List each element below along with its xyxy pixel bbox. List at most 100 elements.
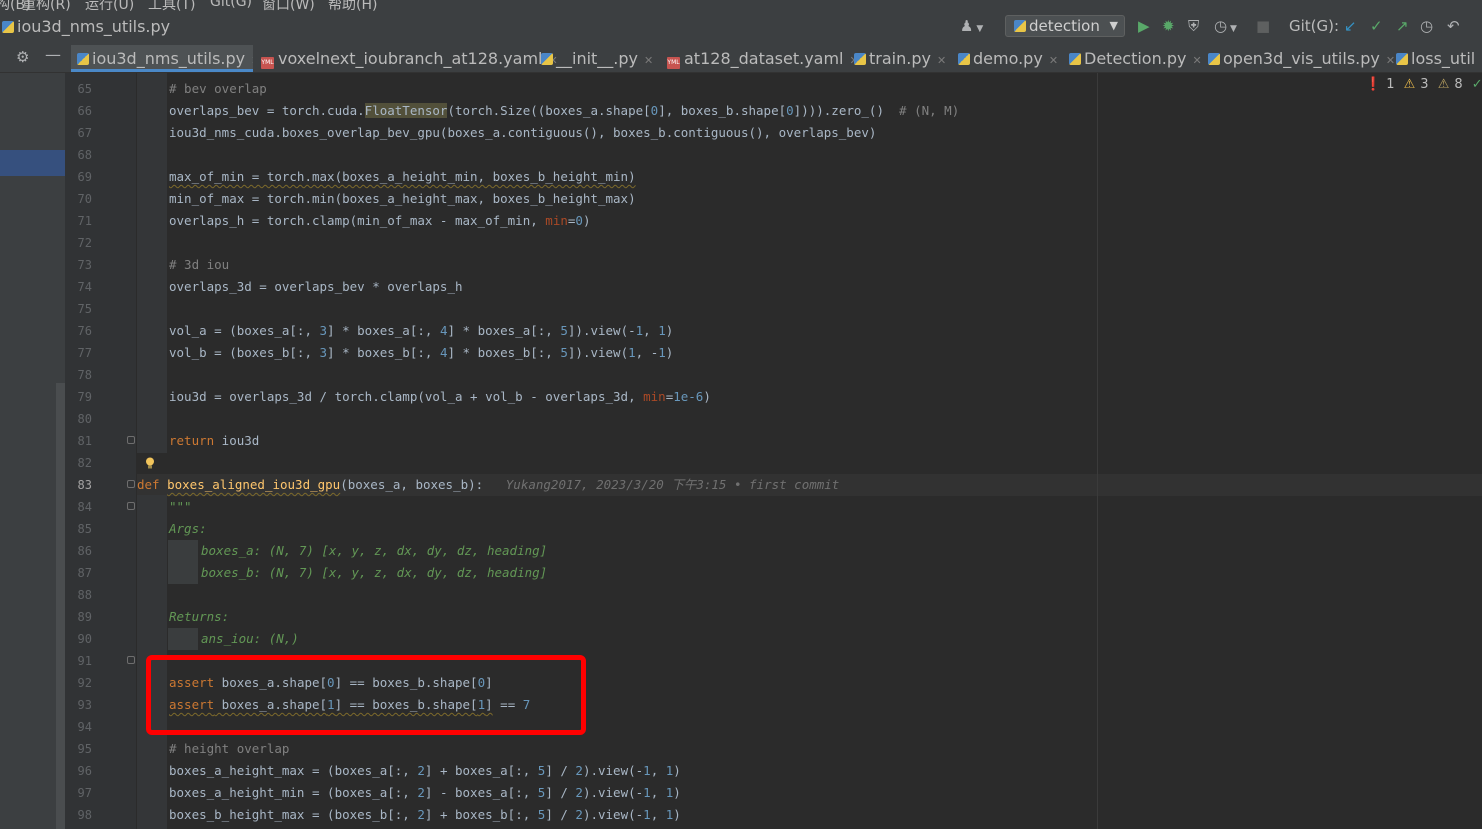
minimize-icon[interactable]: — xyxy=(45,45,61,64)
python-icon xyxy=(1208,53,1220,65)
run-icon[interactable]: ▶ xyxy=(1138,17,1150,35)
menu-item-tools[interactable]: 工具(T) xyxy=(148,0,195,11)
inspection-widget[interactable]: ❗1 ⚠3 ⚠8 ✓1 xyxy=(1365,77,1482,92)
code-line-76: vol_a = (boxes_a[:, 3] * boxes_a[:, 4] *… xyxy=(169,323,674,338)
git-push-icon[interactable]: ↗ xyxy=(1396,17,1409,35)
close-icon[interactable]: ✕ xyxy=(251,54,253,67)
tab-loss-util[interactable]: loss_util xyxy=(1396,45,1482,72)
line-number: 79 xyxy=(77,390,92,404)
line-number: 67 xyxy=(77,126,92,140)
tab-label: loss_util xyxy=(1411,49,1476,68)
rollback-icon[interactable]: ↶ xyxy=(1447,17,1460,35)
scroll-track[interactable] xyxy=(56,383,65,829)
menu-bar: 构(B) 重构(R) 运行(U) 工具(T) Git(G) 窗口(W) 帮助(H… xyxy=(0,0,1482,11)
menu-item-refactor[interactable]: 重构(R) xyxy=(22,0,71,11)
line-number: 89 xyxy=(77,610,92,624)
line-number: 73 xyxy=(77,258,92,272)
tab-train-py[interactable]: train.py ✕ xyxy=(854,45,946,72)
close-icon[interactable]: ✕ xyxy=(644,54,653,67)
code-line-83: def boxes_aligned_iou3d_gpu(boxes_a, box… xyxy=(137,477,840,492)
python-icon xyxy=(1014,20,1026,32)
fold-marker-icon[interactable] xyxy=(127,436,135,444)
git-update-icon[interactable]: ↙ xyxy=(1344,17,1357,35)
tab-label: demo.py xyxy=(973,49,1043,68)
profile-icon[interactable]: ◷ ▼ xyxy=(1214,17,1237,35)
tab-label: Detection.py xyxy=(1084,49,1187,68)
code-comment: # height overlap xyxy=(169,741,290,756)
menu-item-run[interactable]: 运行(U) xyxy=(85,0,134,11)
tool-window-selection[interactable] xyxy=(0,150,65,176)
fold-marker-icon[interactable] xyxy=(127,656,135,664)
code-line-66: overlaps_bev = torch.cuda.FloatTensor(to… xyxy=(169,103,960,118)
fold-marker-icon[interactable] xyxy=(127,502,135,510)
fold-marker-icon[interactable] xyxy=(127,480,135,488)
close-icon[interactable]: ✕ xyxy=(1386,54,1395,67)
tab-open3d-vis-utils[interactable]: open3d_vis_utils.py ✕ xyxy=(1208,45,1395,72)
git-blame-annotation[interactable]: Yukang2017, 2023/3/20 下午3:15 • first com… xyxy=(506,477,840,492)
tab-detection-py[interactable]: Detection.py ✕ xyxy=(1069,45,1202,72)
line-number: 98 xyxy=(77,808,92,822)
breadcrumb-file[interactable]: iou3d_nms_utils.py xyxy=(17,17,170,36)
close-icon[interactable]: ✕ xyxy=(937,54,946,67)
line-number: 87 xyxy=(77,566,92,580)
close-icon[interactable]: ✕ xyxy=(1192,54,1201,67)
menu-item-window[interactable]: 窗口(W) xyxy=(262,0,315,11)
code-line-98: boxes_b_height_max = (boxes_b[:, 2] + bo… xyxy=(169,807,681,822)
code-line-90: ans_iou: (N,) xyxy=(201,631,299,646)
line-number: 69 xyxy=(77,170,92,184)
indent-guide xyxy=(137,73,167,453)
tab-iou3d-nms-utils[interactable]: iou3d_nms_utils.py ✕ xyxy=(71,45,253,72)
gear-icon[interactable]: ⚙ xyxy=(16,48,29,66)
line-number: 68 xyxy=(77,148,92,162)
coverage-icon[interactable]: ⛨ xyxy=(1188,17,1199,35)
weak-warning-count: 8 xyxy=(1454,77,1463,92)
history-icon[interactable]: ◷ xyxy=(1420,17,1433,35)
tab-voxelnext-yaml[interactable]: YML voxelnext_ioubranch_at128.yaml ✕ xyxy=(259,45,558,72)
line-number: 65 xyxy=(77,82,92,96)
intention-bulb-icon[interactable] xyxy=(145,457,155,469)
git-commit-icon[interactable]: ✓ xyxy=(1370,17,1383,35)
tab-at128-dataset[interactable]: YMLat128_dataset.yaml✕ xyxy=(667,45,859,72)
menu-item-git[interactable]: Git(G) xyxy=(210,0,252,10)
line-number: 83 xyxy=(77,478,92,492)
right-margin-guide xyxy=(1097,73,1098,829)
tab-init-py[interactable]: __init__.py ✕ xyxy=(541,45,653,72)
python-icon xyxy=(77,53,89,65)
line-number: 76 xyxy=(77,324,92,338)
debug-icon[interactable]: ✹ xyxy=(1162,17,1175,35)
menu-item-help[interactable]: 帮助(H) xyxy=(328,0,377,11)
line-number: 91 xyxy=(77,654,92,668)
user-icon[interactable]: ♟ ▼ xyxy=(960,17,983,35)
line-number: 80 xyxy=(77,412,92,426)
stop-icon[interactable]: ■ xyxy=(1256,17,1270,35)
docstring-indent xyxy=(168,540,198,562)
line-number: 86 xyxy=(77,544,92,558)
check-icon: ✓ xyxy=(1471,77,1482,92)
line-number: 71 xyxy=(77,214,92,228)
python-icon xyxy=(1396,53,1408,65)
code-line-87: boxes_b: (N, 7) [x, y, z, dx, dy, dz, he… xyxy=(201,565,548,580)
tab-label: open3d_vis_utils.py xyxy=(1223,49,1380,68)
line-number: 96 xyxy=(77,764,92,778)
navigation-bar: iou3d_nms_utils.py ♟ ▼ detection ▼ ▶ ✹ ⛨ … xyxy=(0,11,1482,45)
code-comment: # bev overlap xyxy=(169,81,267,96)
line-number: 75 xyxy=(77,302,92,316)
tool-window-strip xyxy=(0,73,65,829)
code-line-97: boxes_a_height_min = (boxes_a[:, 2] - bo… xyxy=(169,785,681,800)
code-line-77: vol_b = (boxes_b[:, 3] * boxes_b[:, 4] *… xyxy=(169,345,674,360)
close-icon[interactable]: ✕ xyxy=(1049,54,1058,67)
highlight-box xyxy=(146,655,586,735)
line-number: 84 xyxy=(77,500,92,514)
line-number: 70 xyxy=(77,192,92,206)
docstring-indent xyxy=(168,628,198,650)
breadcrumb[interactable]: iou3d_nms_utils.py xyxy=(2,17,170,36)
python-icon xyxy=(958,53,970,65)
chevron-down-icon: ▼ xyxy=(1109,19,1118,32)
tab-demo-py[interactable]: demo.py ✕ xyxy=(958,45,1058,72)
line-number: 92 xyxy=(77,676,92,690)
run-config-label: detection xyxy=(1029,17,1100,35)
run-config-selector[interactable]: detection ▼ xyxy=(1005,15,1125,37)
code-line-84: """ xyxy=(169,499,192,514)
yaml-icon: YML xyxy=(261,57,274,69)
python-icon xyxy=(854,53,866,65)
